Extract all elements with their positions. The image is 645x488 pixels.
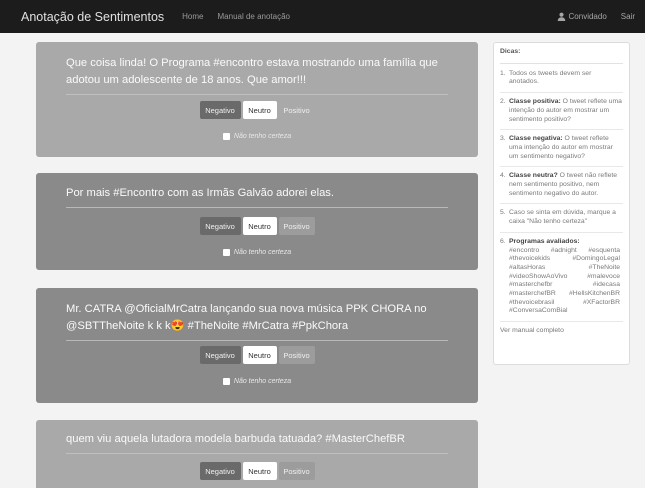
neutral-button[interactable]: Neutro bbox=[242, 101, 277, 119]
sentiment-button-group: Negativo Neutro Positivo bbox=[36, 101, 478, 119]
tweet-card-2: Por mais #Encontro com as Irmãs Galvão a… bbox=[36, 173, 478, 270]
neutral-button[interactable]: Neutro bbox=[242, 217, 277, 235]
negative-button[interactable]: Negativo bbox=[199, 346, 241, 364]
tip-number: 6. bbox=[500, 237, 506, 245]
sentiment-button-group: Negativo Neutro Positivo bbox=[36, 217, 478, 235]
tip-number: 1. bbox=[500, 69, 506, 77]
program-tag: #XFactorBR bbox=[582, 298, 620, 306]
unsure-label: Não tenho certeza bbox=[233, 378, 292, 385]
sentiment-button-group: Negativo Neutro Positivo bbox=[36, 462, 478, 480]
tip-item-programs: 6. Programas avaliados: #encontro #adnig… bbox=[500, 237, 623, 323]
divider bbox=[66, 207, 448, 208]
positive-button[interactable]: Positivo bbox=[278, 462, 315, 480]
programs-block: Programas avaliados: #encontro #adnight … bbox=[509, 238, 623, 316]
tip-bold: Classe neutra? bbox=[509, 172, 558, 180]
positive-button[interactable]: Positivo bbox=[278, 217, 315, 235]
tip-bold: Classe positiva: bbox=[509, 98, 561, 106]
tip-item: 1. Todos os tweets devem ser anotados. bbox=[500, 69, 623, 94]
nav-manual-link[interactable]: Manual de anotação bbox=[218, 12, 291, 21]
unsure-checkbox[interactable]: Não tenho certeza bbox=[36, 249, 478, 256]
program-tag: #idecasa bbox=[592, 281, 620, 289]
checkbox-box[interactable] bbox=[222, 133, 230, 140]
program-tag: #thevoicebrasil bbox=[509, 298, 555, 306]
tip-body: Classe positiva: O tweet reflete uma int… bbox=[509, 98, 623, 124]
program-tag: #thevoicekids bbox=[509, 255, 551, 263]
unsure-label: Não tenho certeza bbox=[233, 133, 292, 140]
divider bbox=[66, 340, 448, 341]
nav-home-link[interactable]: Home bbox=[182, 12, 203, 21]
negative-button[interactable]: Negativo bbox=[199, 101, 241, 119]
checkbox-box[interactable] bbox=[222, 378, 230, 385]
tip-text: Caso se sinta em dúvida, marque a caixa … bbox=[509, 209, 616, 226]
programs-tags: #encontro #adnight #esquenta #thevoiceki… bbox=[509, 247, 623, 317]
program-tag: #TheNoite bbox=[588, 263, 620, 271]
unsure-checkbox[interactable]: Não tenho certeza bbox=[36, 133, 478, 140]
tweet-text: quem viu aquela lutadora modela barbuda … bbox=[66, 433, 405, 445]
program-tag: #ConversaComBial bbox=[509, 307, 568, 315]
program-tag: #videoShowAoVivo bbox=[509, 272, 568, 280]
tips-panel: Dicas: 1. Todos os tweets devem ser anot… bbox=[493, 42, 630, 365]
tip-text: Todos os tweets devem ser anotados. bbox=[509, 69, 592, 86]
tip-number: 5. bbox=[500, 209, 506, 217]
divider bbox=[66, 94, 448, 95]
program-tag: #malevoce bbox=[587, 272, 620, 280]
program-tag: #encontro bbox=[509, 246, 540, 254]
tip-item: 3. Classe negativa: O tweet reflete uma … bbox=[500, 135, 623, 168]
program-tag: #masterchefbr bbox=[509, 281, 553, 289]
divider bbox=[66, 453, 448, 454]
sentiment-button-group: Negativo Neutro Positivo bbox=[36, 346, 478, 364]
tip-bold: Classe negativa: bbox=[509, 135, 563, 143]
negative-button[interactable]: Negativo bbox=[199, 462, 241, 480]
nav-right: Convidado Sair bbox=[557, 12, 635, 21]
positive-button[interactable]: Positivo bbox=[279, 101, 315, 119]
tip-number: 4. bbox=[500, 172, 506, 180]
user-menu[interactable]: Convidado bbox=[557, 12, 607, 21]
tweet-card-3: Mr. CATRA @OficialMrCatra lançando sua n… bbox=[36, 288, 478, 403]
tweet-text: Mr. CATRA @OficialMrCatra lançando sua n… bbox=[66, 303, 427, 332]
navbar: Anotação de Sentimentos Home Manual de a… bbox=[0, 0, 645, 33]
tip-body: Classe negativa: O tweet reflete uma int… bbox=[509, 135, 623, 161]
brand-title[interactable]: Anotação de Sentimentos bbox=[21, 10, 164, 24]
program-tag: #altasHoras bbox=[509, 263, 546, 271]
manual-link[interactable]: Ver manual completo bbox=[500, 327, 623, 336]
tweet-card-1: Que coisa linda! O Programa #encontro es… bbox=[36, 42, 478, 157]
tip-number: 2. bbox=[500, 98, 506, 106]
tweet-card-4: quem viu aquela lutadora modela barbuda … bbox=[36, 420, 478, 488]
unsure-checkbox[interactable]: Não tenho certeza bbox=[36, 378, 478, 385]
programs-title: Programas avaliados: bbox=[509, 237, 580, 245]
program-tag: #DomingoLegal bbox=[572, 255, 620, 263]
tips-title: Dicas: bbox=[500, 48, 623, 64]
tip-item: 4. Classe neutra? O tweet não reflete ne… bbox=[500, 172, 623, 205]
tip-number: 3. bbox=[500, 135, 506, 143]
tip-item: 2. Classe positiva: O tweet reflete uma … bbox=[500, 98, 623, 131]
program-tag: #HellsKitchenBR bbox=[569, 290, 620, 298]
tip-item: 5. Caso se sinta em dúvida, marque a cai… bbox=[500, 209, 623, 233]
tip-body: Classe neutra? O tweet não reflete nem s… bbox=[509, 172, 623, 198]
user-icon bbox=[557, 12, 565, 21]
tweet-text: Que coisa linda! O Programa #encontro es… bbox=[66, 57, 438, 86]
checkbox-box[interactable] bbox=[222, 249, 230, 256]
logout-link[interactable]: Sair bbox=[621, 12, 635, 21]
program-tag: #adnight bbox=[550, 246, 577, 254]
neutral-button[interactable]: Neutro bbox=[242, 462, 277, 480]
tweet-text: Por mais #Encontro com as Irmãs Galvão a… bbox=[66, 187, 334, 199]
neutral-button[interactable]: Neutro bbox=[242, 346, 277, 364]
program-tag: #esquenta bbox=[588, 246, 620, 254]
unsure-label: Não tenho certeza bbox=[233, 249, 292, 256]
user-name: Convidado bbox=[568, 12, 607, 21]
positive-button[interactable]: Positivo bbox=[278, 346, 315, 364]
program-tag: #masterchefBR bbox=[509, 290, 556, 298]
negative-button[interactable]: Negativo bbox=[199, 217, 241, 235]
